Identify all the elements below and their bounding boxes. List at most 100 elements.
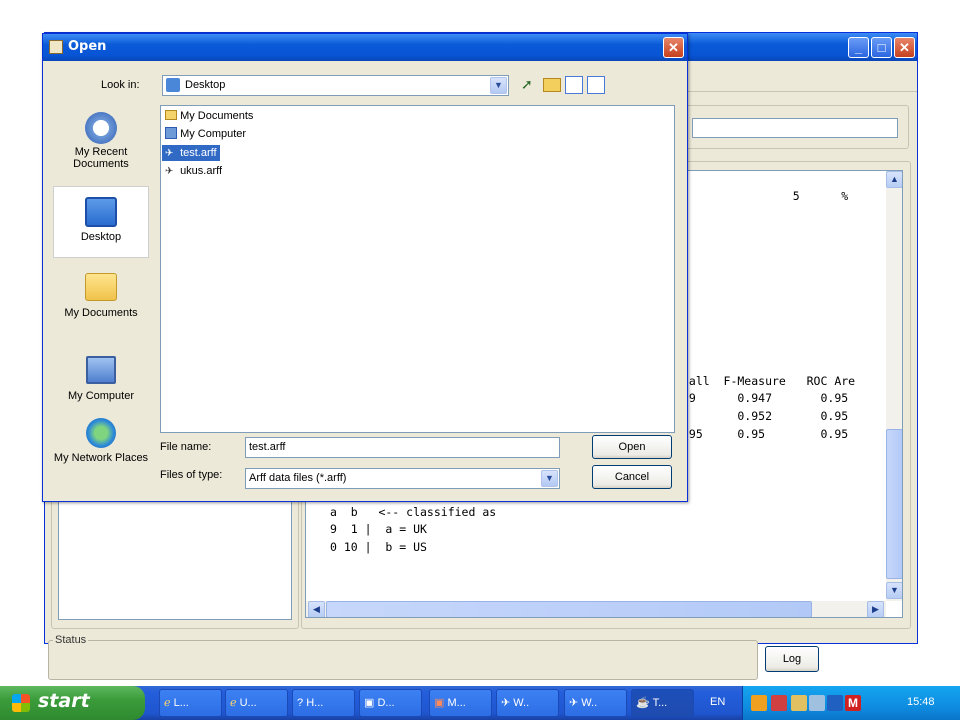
open-dialog: Open ✕ Look in: Desktop ▼ ➚ My Recent Do… [42, 33, 688, 502]
file-name-value: test.arff [249, 441, 286, 453]
scroll-down-button[interactable]: ▼ [886, 582, 902, 599]
place-label: My Computer [67, 390, 135, 402]
open-button[interactable]: Open [592, 435, 672, 459]
tray-app-icon[interactable] [827, 695, 843, 711]
maximize-button[interactable]: □ [871, 37, 892, 58]
classifier-panel [685, 105, 909, 149]
files-of-type-value: Arff data files (*.arff) [249, 472, 347, 484]
scroll-thumb[interactable] [886, 429, 902, 579]
close-button[interactable]: ✕ [894, 37, 915, 58]
files-of-type-combo[interactable]: Arff data files (*.arff) ▼ [245, 468, 560, 489]
task-label: D... [377, 697, 395, 709]
confusion-line: 0 10 | b = US [330, 540, 427, 554]
task-button[interactable]: ▣ D... [359, 689, 422, 717]
weka-file-icon: ✈ [165, 148, 174, 159]
task-button[interactable]: ✈ W.. [496, 689, 559, 717]
look-in-label: Look in: [101, 79, 140, 91]
scroll-right-button[interactable]: ▶ [867, 601, 884, 617]
output-line: .95 0.95 0.95 [682, 427, 849, 441]
weka-file-icon: ✈ [165, 166, 174, 177]
dialog-title: Open [68, 39, 107, 54]
output-line: .9 0.947 0.95 [682, 391, 849, 405]
file-list[interactable]: My Documents My Computer ✈ test.arff ✈ u… [160, 105, 675, 433]
language-indicator[interactable]: EN [710, 696, 725, 708]
back-icon[interactable]: ➚ [521, 76, 537, 94]
tray-app-icon[interactable] [751, 695, 767, 711]
details-view-icon[interactable] [587, 76, 605, 94]
place-desktop[interactable]: Desktop [53, 186, 149, 258]
list-view-icon[interactable] [565, 76, 583, 94]
place-label: Desktop [80, 231, 122, 243]
task-label: T... [652, 697, 668, 709]
chevron-down-icon[interactable]: ▼ [490, 77, 507, 94]
file-name-input[interactable]: test.arff [245, 437, 560, 458]
task-label: L... [173, 697, 189, 709]
place-label: My Recent Documents [73, 146, 129, 170]
desktop-small-icon [166, 78, 180, 92]
place-my-documents[interactable]: My Documents [53, 269, 149, 319]
windows-logo-icon [12, 694, 30, 712]
file-name: My Documents [180, 110, 254, 122]
place-my-computer[interactable]: My Computer [53, 352, 149, 402]
task-button-active[interactable]: ☕ T... [631, 689, 694, 717]
tray-app-icon[interactable] [791, 695, 807, 711]
task-button[interactable]: ▣ M... [429, 689, 492, 717]
task-label: U... [239, 697, 257, 709]
result-list[interactable] [58, 492, 292, 620]
file-item[interactable]: My Computer [162, 126, 249, 142]
file-item[interactable]: ✈ ukus.arff [162, 163, 225, 179]
scroll-up-button[interactable]: ▲ [886, 171, 902, 188]
output-line: 5 % [682, 189, 849, 203]
scroll-thumb-horizontal[interactable] [326, 601, 812, 617]
output-line: call F-Measure ROC Are [682, 374, 856, 388]
place-network[interactable]: My Network Places [53, 416, 149, 464]
vertical-scrollbar[interactable]: ▲ ▼ [886, 171, 902, 601]
file-name: test.arff [180, 147, 217, 159]
horizontal-scrollbar[interactable]: ◀ ▶ [306, 601, 886, 617]
task-button[interactable]: ℯ U... [225, 689, 288, 717]
clock: 15:48 [907, 696, 935, 708]
tray-app-icon[interactable] [771, 695, 787, 711]
place-label: My Network Places [53, 452, 149, 464]
places-bar: My Recent Documents Desktop My Documents… [51, 106, 151, 491]
task-label: W.. [513, 697, 530, 709]
new-folder-icon[interactable] [543, 78, 561, 92]
mcafee-icon[interactable]: M [845, 695, 861, 711]
files-of-type-label: Files of type: [160, 469, 223, 481]
status-panel: Status [48, 634, 758, 680]
look-in-combo[interactable]: Desktop ▼ [162, 75, 509, 96]
desktop-icon [85, 197, 117, 227]
confusion-line: 9 1 | a = UK [330, 522, 427, 536]
place-recent-documents[interactable]: My Recent Documents [53, 112, 149, 170]
start-label: start [38, 690, 90, 712]
task-button[interactable]: ✈ W.. [564, 689, 627, 717]
folder-icon [165, 110, 177, 120]
start-button[interactable]: start [0, 686, 145, 720]
task-label: H... [306, 697, 324, 709]
scroll-left-button[interactable]: ◀ [308, 601, 325, 617]
file-name: ukus.arff [180, 165, 223, 177]
network-icon[interactable] [809, 695, 825, 711]
file-name: My Computer [180, 128, 247, 140]
cancel-button[interactable]: Cancel [592, 465, 672, 489]
file-name-label: File name: [160, 441, 212, 453]
confusion-line: a b <-- classified as [330, 505, 497, 519]
task-button[interactable]: ℯ L... [159, 689, 222, 717]
network-places-icon [86, 418, 116, 448]
my-documents-icon [85, 273, 117, 301]
place-label: My Documents [64, 307, 138, 319]
file-item[interactable]: My Documents [162, 108, 256, 124]
classifier-field[interactable] [692, 118, 898, 138]
status-label: Status [53, 634, 89, 646]
file-item-selected[interactable]: ✈ test.arff [162, 145, 220, 161]
dialog-close-button[interactable]: ✕ [663, 37, 684, 58]
taskbar: start ℯ L... ℯ U... ? H... ▣ D... ▣ M...… [0, 686, 960, 720]
task-button[interactable]: ? H... [292, 689, 355, 717]
java-icon [49, 40, 63, 54]
minimize-button[interactable]: _ [848, 37, 869, 58]
my-computer-icon [86, 356, 116, 384]
chevron-down-icon[interactable]: ▼ [541, 470, 558, 487]
log-button[interactable]: Log [765, 646, 819, 672]
recent-documents-icon [85, 112, 117, 144]
task-label: W.. [581, 697, 598, 709]
